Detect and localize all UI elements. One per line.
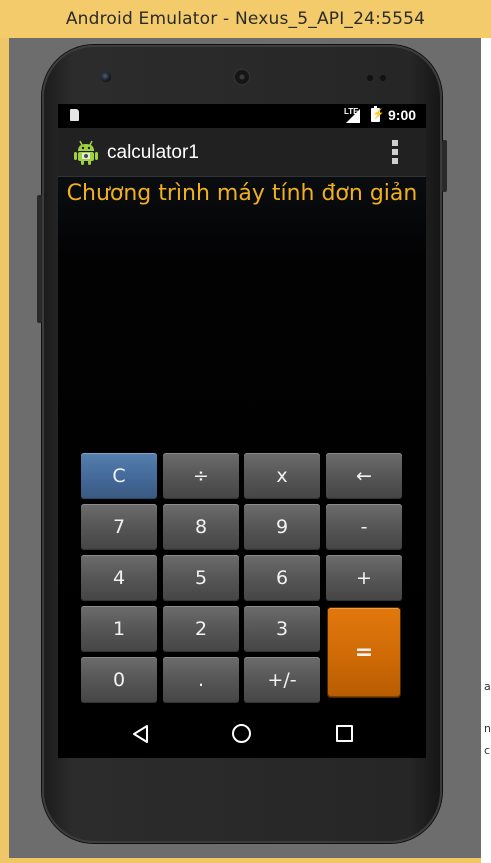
calculator-content: Chương trình máy tính đơn giản C ÷ x ← 7… <box>58 177 426 712</box>
network-type: LTE <box>344 107 359 116</box>
digit-9-button[interactable]: 9 <box>244 504 320 550</box>
action-bar: calculator1 <box>58 128 426 177</box>
digit-6-button[interactable]: 6 <box>244 555 320 601</box>
back-icon[interactable] <box>132 725 150 743</box>
negate-button[interactable]: +/- <box>244 657 320 703</box>
digit-1-button[interactable]: 1 <box>81 606 157 652</box>
digit-0-button[interactable]: 0 <box>81 657 157 703</box>
android-icon <box>74 140 98 165</box>
status-time: 9:00 <box>388 107 417 123</box>
background-window-text: c <box>484 744 491 757</box>
digit-2-button[interactable]: 2 <box>163 606 239 652</box>
background-window-text: n <box>484 722 491 735</box>
sensor-icon <box>367 75 373 81</box>
background-window-strip <box>481 38 491 863</box>
minus-button[interactable]: - <box>326 504 402 550</box>
digit-5-button[interactable]: 5 <box>163 555 239 601</box>
page-title: Chương trình máy tính đơn giản <box>66 181 418 206</box>
emulator-window-title: Android Emulator - Nexus_5_API_24:5554 <box>0 0 491 38</box>
digit-7-button[interactable]: 7 <box>81 504 157 550</box>
plus-button[interactable]: + <box>326 555 402 601</box>
overflow-menu-icon[interactable] <box>392 140 398 164</box>
home-icon[interactable] <box>232 724 251 743</box>
device-screen: LTE ⚡ 9:00 calculator1 Chương trình máy … <box>58 104 426 758</box>
navigation-bar <box>58 712 426 758</box>
decimal-button[interactable]: . <box>163 657 239 703</box>
power-button[interactable] <box>442 140 447 192</box>
clear-button[interactable]: C <box>81 453 157 499</box>
volume-button[interactable] <box>37 195 42 323</box>
digit-3-button[interactable]: 3 <box>244 606 320 652</box>
multiply-button[interactable]: x <box>244 453 320 499</box>
sd-card-icon <box>70 109 79 121</box>
digit-4-button[interactable]: 4 <box>81 555 157 601</box>
app-title: calculator1 <box>107 142 199 163</box>
front-camera-icon <box>101 72 111 82</box>
digit-8-button[interactable]: 8 <box>163 504 239 550</box>
sensor-icon <box>380 75 386 81</box>
recents-icon[interactable] <box>336 725 353 742</box>
backspace-button[interactable]: ← <box>326 453 402 499</box>
background-window-text: a <box>484 680 491 693</box>
speaker-icon <box>233 68 251 86</box>
status-bar: LTE ⚡ 9:00 <box>58 104 426 128</box>
equals-button[interactable]: = <box>328 608 400 697</box>
battery-charging-icon: ⚡ <box>371 106 385 122</box>
divide-button[interactable]: ÷ <box>163 453 239 499</box>
